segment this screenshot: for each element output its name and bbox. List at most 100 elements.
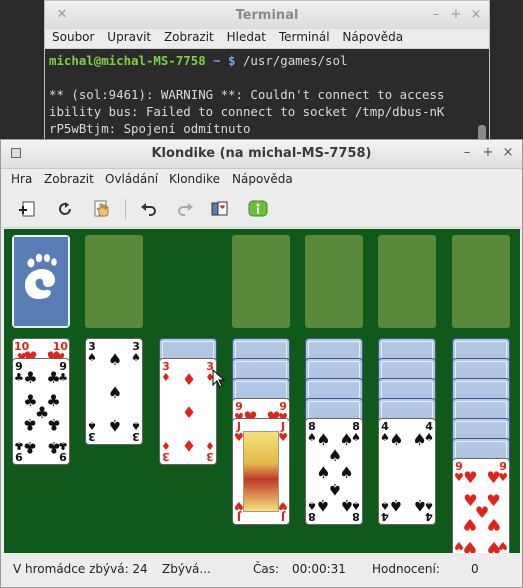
terminal-prompt-sep: ~ $ (205, 53, 243, 68)
card-pip: ♣ (23, 415, 38, 435)
restart-icon[interactable] (53, 197, 77, 221)
terminal-menu-hledat[interactable]: Hledat (227, 29, 266, 44)
klondike-window: Klondike (na michal-MS-7758) – + × Hra Z… (0, 139, 523, 588)
card-corner-index: 3 ♦ (205, 439, 215, 463)
maximize-icon[interactable]: + (481, 146, 495, 160)
score-value: 0 (471, 562, 479, 576)
stock-pile[interactable] (12, 235, 70, 328)
card-corner-index: 3 ♠ (87, 340, 97, 364)
card-3-♦[interactable]: 3 ♦ 3 ♦ 3 ♦ 3 ♦ ♦ ♦ ♦ (159, 358, 217, 465)
card-pip: ♠ (107, 382, 123, 402)
remaining-label: Zbývá... (162, 562, 211, 576)
close-icon[interactable]: × (501, 146, 515, 160)
terminal-output-line: ibility bus: Failed to connect to socket… (49, 104, 445, 119)
toolbar-separator (125, 199, 126, 219)
card-pip: ♠ (327, 479, 343, 499)
foundation-1[interactable] (232, 235, 290, 328)
terminal-command: /usr/games/sol (242, 53, 348, 68)
card-pip: ♣ (46, 368, 61, 388)
card-pip: ♠ (107, 415, 123, 435)
stock-count-label: V hromádce zbývá: 24 (13, 562, 148, 576)
terminal-menu-zobrazit[interactable]: Zobrazit (164, 29, 214, 44)
klondike-title: Klondike (na michal-MS-7758) (151, 146, 372, 161)
card-pip: ♥ (463, 468, 478, 488)
menu-ovladani[interactable]: Ovládání (105, 172, 158, 186)
game-board[interactable]: 10♥10♥10♥10♥♥♥♥♥♥♥♥♥♥♥9♣9♣9♣9♣♣♣♣♣♣♣♣♣♣3… (4, 229, 520, 553)
card-pip: ♣ (23, 437, 38, 457)
card-8-♠[interactable]: 8 ♠ 8 ♠ 8 ♠ 8 ♠ ♠ ♠ ♠ ♠ ♠ ♠ ♠ ♠ (305, 418, 363, 525)
card-pip: ♠ (107, 350, 123, 370)
close-icon[interactable]: × (469, 8, 483, 22)
card-3-♠[interactable]: 3 ♠ 3 ♠ 3 ♠ 3 ♠ ♠ ♠ ♠ (85, 338, 143, 445)
card-pip: ♣ (46, 437, 61, 457)
redo-icon[interactable] (173, 197, 197, 221)
waste-pile[interactable] (85, 235, 143, 328)
card-9-♥[interactable]: 9♥9♥9♥9♥♥♥♥♥♥♥♥♥♥ (452, 458, 510, 553)
foundation-4[interactable] (452, 235, 510, 328)
card-pip: ♥ (463, 515, 478, 535)
card-pip: ♣ (23, 368, 38, 388)
gnome-foot-icon (14, 237, 68, 326)
card-pip: ♦ (181, 435, 197, 455)
terminal-menu-terminal[interactable]: Terminál (279, 29, 330, 44)
foundation-2[interactable] (305, 235, 363, 328)
menu-klondike[interactable]: Klondike (169, 172, 220, 186)
terminal-menu-upravit[interactable]: Upravit (107, 29, 151, 44)
card-corner-index: 3 ♠ (131, 340, 141, 364)
terminal-output-line: ** (sol:9461): WARNING **: Couldn't conn… (49, 87, 445, 102)
card-corner-index: 3 ♦ (161, 360, 171, 384)
new-game-icon[interactable] (15, 197, 39, 221)
mouse-pointer-icon (212, 369, 226, 388)
foundation-3[interactable] (378, 235, 436, 328)
klondike-menubar: Hra Zobrazit Ovládání Klondike Nápověda (1, 169, 522, 191)
card-corner-index: 3 ♠ (131, 419, 141, 443)
terminal-menu-soubor[interactable]: Soubor (52, 29, 94, 44)
card-pip: ♠ (339, 495, 354, 515)
card-corner-index: J ♥ (278, 499, 288, 523)
card-pip: ♥ (486, 468, 501, 488)
card-corner-index: J ♥ (278, 420, 288, 444)
card-pip: ♥ (486, 537, 501, 553)
terminal-output-line: rP5wBtjm: Spojení odmítnuto (49, 121, 251, 136)
card-pip: ♦ (181, 402, 197, 422)
card-pip: ♠ (316, 495, 331, 515)
toolbar (1, 191, 522, 228)
card-J-♥[interactable]: J ♥ J ♥ J ♥ J ♥ (232, 418, 290, 525)
card-corner-index: 3 ♠ (87, 419, 97, 443)
time-label: Čas: (253, 562, 280, 576)
statusbar: V hromádce zbývá: 24 Zbývá... Čas: 00:00… (1, 553, 522, 587)
card-pip: ♥ (463, 537, 478, 553)
face-card-art (243, 431, 279, 512)
terminal-title: Terminal (235, 8, 299, 23)
terminal-prompt-user: michal@michal-MS-7758 (49, 53, 206, 68)
card-pip: ♦ (181, 370, 197, 390)
menu-zobrazit[interactable]: Zobrazit (44, 172, 94, 186)
card-pip: ♥ (486, 515, 501, 535)
minimize-icon[interactable]: – (429, 8, 443, 22)
terminal-menubar: Soubor Upravit Zobrazit Hledat Terminál … (45, 29, 489, 49)
card-corner-index: 3 ♦ (161, 439, 171, 463)
terminal-output[interactable]: michal@michal-MS-7758 ~ $ /usr/games/sol… (45, 49, 489, 137)
time-value: 00:00:31 (292, 562, 346, 576)
card-pip: ♠ (389, 495, 404, 515)
card-pip: ♠ (339, 462, 354, 482)
minimize-icon[interactable]: – (460, 146, 474, 160)
card-pip: ♠ (412, 430, 427, 450)
terminal-titlebar: ✕ Terminal – + × (45, 1, 489, 29)
undo-icon[interactable] (137, 197, 161, 221)
menu-hra[interactable]: Hra (11, 172, 32, 186)
score-label: Hodnocení: (372, 562, 440, 576)
card-9-♣[interactable]: 9 ♣ 9 ♣ 9 ♣ 9 ♣ ♣ ♣ ♣ ♣ ♣ ♣ ♣ ♣ ♣ (12, 358, 70, 465)
card-pip: ♠ (316, 462, 331, 482)
klondike-titlebar: Klondike (na michal-MS-7758) – + × (1, 140, 522, 169)
terminal-window: ✕ Terminal – + × Soubor Upravit Zobrazit… (44, 0, 490, 150)
info-icon[interactable] (246, 197, 270, 221)
hint-hand-icon[interactable] (90, 197, 114, 221)
card-pip: ♠ (412, 495, 427, 515)
terminal-menu-napoveda[interactable]: Nápověda (342, 29, 403, 44)
menu-napoveda[interactable]: Nápověda (232, 172, 293, 186)
maximize-icon[interactable]: + (449, 8, 463, 22)
card-4-♠[interactable]: 4 ♠ 4 ♠ 4 ♠ 4 ♠ ♠ ♠ ♠ ♠ (378, 418, 436, 525)
card-pip: ♠ (389, 430, 404, 450)
deal-card-icon[interactable] (208, 197, 232, 221)
